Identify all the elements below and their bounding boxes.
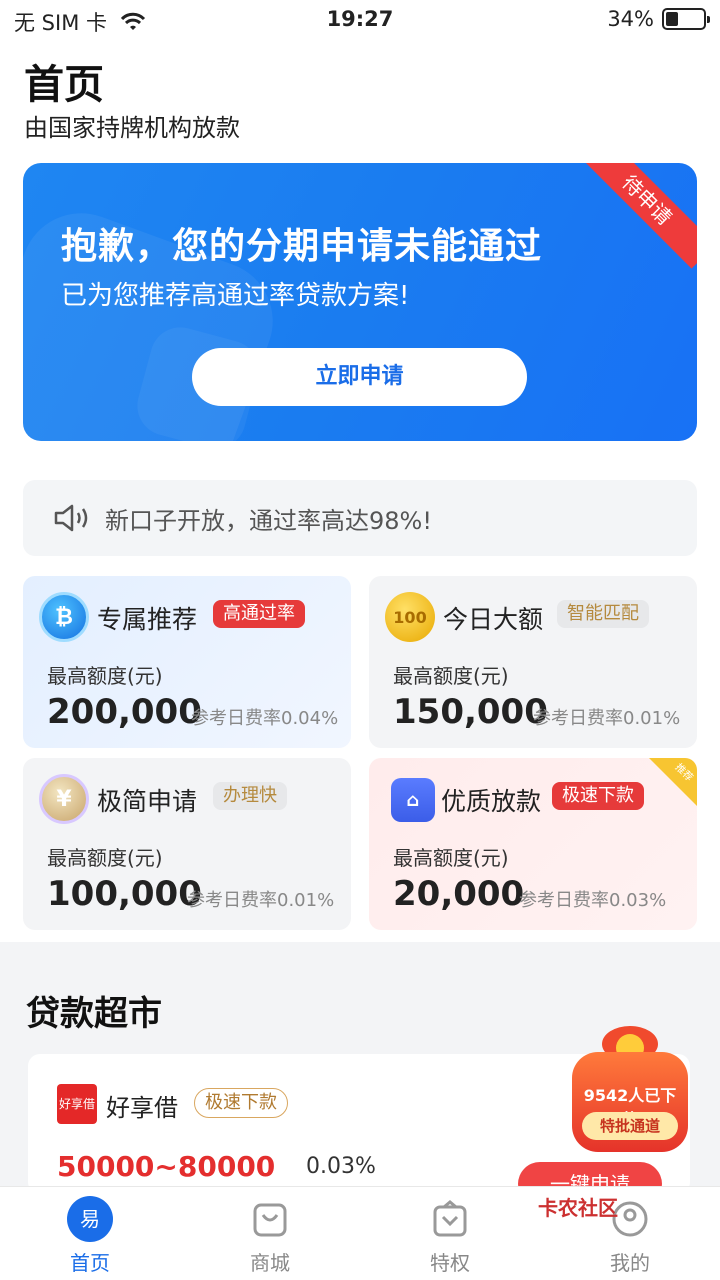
tab-label: 我的 [610, 1251, 650, 1275]
tab-label: 首页 [70, 1251, 110, 1275]
gold-coin-icon: 100 [385, 592, 435, 642]
svg-text:易: 易 [80, 1207, 100, 1231]
card-title: 极简申请 [97, 787, 198, 816]
tab-privilege[interactable]: 特权 [390, 1195, 510, 1276]
card-title: 优质放款 [441, 787, 542, 816]
tab-label: 特权 [430, 1251, 470, 1275]
status-ribbon: 待申请 [578, 163, 697, 269]
rejection-banner: 抱歉，您的分期申请未能通过 已为您推荐高通过率贷款方案! 立即申请 待申请 [23, 163, 697, 441]
product-logo: 好享借 [57, 1084, 97, 1124]
bitcoin-icon: ₿ [39, 592, 89, 642]
watermark: 卡农社区 [538, 1196, 618, 1220]
page-title: 首页 [24, 62, 104, 108]
tab-mall[interactable]: 商城 [210, 1195, 330, 1276]
max-amount: 20,000 [393, 874, 525, 914]
max-amount-label: 最高额度(元) [393, 846, 509, 870]
product-tag: 极速下款 [194, 1088, 288, 1118]
privilege-icon [426, 1195, 474, 1243]
notice-bar[interactable]: 新口子开放，通过率高达98%! [23, 480, 697, 556]
max-amount-label: 最高额度(元) [393, 664, 509, 688]
daily-rate: 参考日费率0.03% [519, 890, 667, 911]
card-tag: 高通过率 [213, 600, 305, 628]
loan-card-large[interactable]: 100 今日大额 智能匹配 最高额度(元) 150,000 参考日费率0.01% [369, 576, 697, 748]
battery-percent: 34% [607, 7, 654, 31]
max-amount: 100,000 [47, 874, 202, 914]
money-bag-promo[interactable]: 9542人已下款 特批通道 [566, 1022, 694, 1156]
special-channel-button[interactable]: 特批通道 [582, 1112, 678, 1140]
amount-range: 50000~80000 [57, 1150, 276, 1183]
yuan-coin-icon: ¥ [39, 774, 89, 824]
loan-card-simple[interactable]: ¥ 极简申请 办理快 最高额度(元) 100,000 参考日费率0.01% [23, 758, 351, 930]
max-amount-label: 最高额度(元) [47, 846, 163, 870]
card-title: 专属推荐 [97, 605, 198, 634]
daily-rate: 参考日费率0.01% [533, 708, 681, 729]
banner-description: 已为您推荐高通过率贷款方案! [61, 281, 410, 311]
loan-app-icon: ⌂ [391, 778, 435, 822]
product-rate: 0.03% [306, 1154, 376, 1179]
daily-rate: 参考日费率0.04% [191, 708, 339, 729]
loan-card-quality[interactable]: ⌂ 优质放款 极速下款 推荐 最高额度(元) 20,000 参考日费率0.03% [369, 758, 697, 930]
card-title: 今日大额 [443, 605, 544, 634]
section-title: 贷款超市 [26, 994, 162, 1034]
card-tag: 智能匹配 [557, 600, 649, 628]
max-amount-label: 最高额度(元) [47, 664, 163, 688]
tab-label: 商城 [250, 1251, 290, 1275]
battery-icon [662, 8, 710, 30]
notice-text: 新口子开放，通过率高达98%! [105, 506, 432, 535]
max-amount: 200,000 [47, 692, 202, 732]
card-tag: 极速下款 [552, 782, 644, 810]
banner-title: 抱歉，您的分期申请未能通过 [61, 226, 543, 267]
speaker-icon [54, 504, 88, 532]
max-amount: 150,000 [393, 692, 548, 732]
loan-card-exclusive[interactable]: ₿ 专属推荐 高通过率 最高额度(元) 200,000 参考日费率0.04% [23, 576, 351, 748]
daily-rate: 参考日费率0.01% [187, 890, 335, 911]
card-tag: 办理快 [213, 782, 287, 810]
apply-now-button[interactable]: 立即申请 [192, 348, 527, 406]
status-bar: 无 SIM 卡 19:27 34% [0, 0, 720, 40]
tab-home[interactable]: 易 首页 [30, 1195, 150, 1276]
product-name: 好享借 [106, 1094, 178, 1122]
page-subtitle: 由国家持牌机构放款 [24, 114, 240, 142]
home-icon: 易 [66, 1195, 114, 1243]
shopping-bag-icon [246, 1195, 294, 1243]
